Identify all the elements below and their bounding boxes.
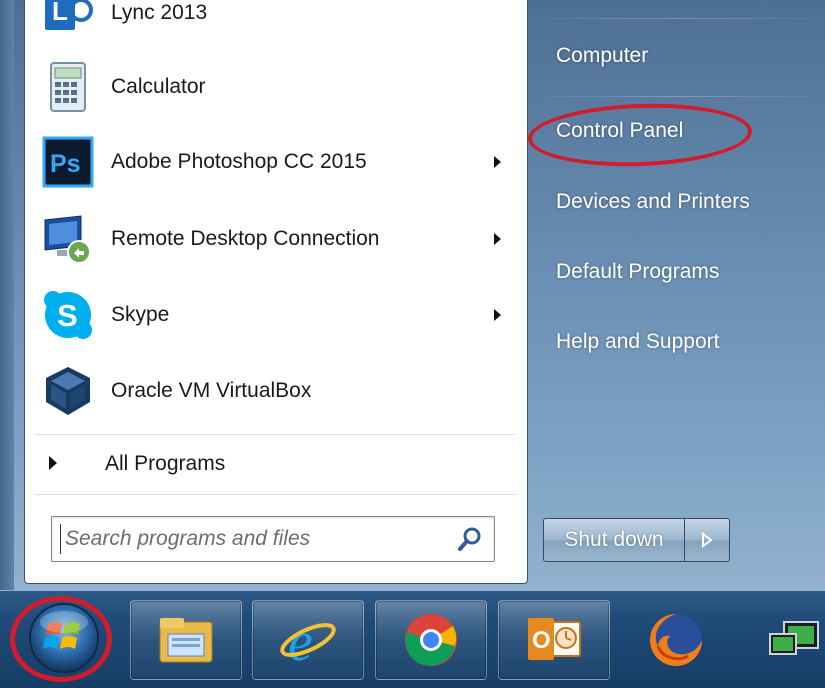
ps-icon-text: Ps (50, 150, 81, 178)
network-icon (769, 621, 819, 655)
shutdown-chevron-icon (702, 532, 713, 548)
shutdown-button[interactable]: Shut down (543, 518, 685, 562)
taskbar-outlook[interactable]: O (498, 600, 610, 680)
link-devices-and-printers[interactable]: Devices and Printers (556, 190, 750, 214)
taskbar-chrome[interactable] (375, 600, 487, 680)
taskbar-internet-explorer[interactable]: e (252, 600, 364, 680)
taskbar-file-explorer[interactable] (130, 600, 242, 680)
program-label: Skype (111, 303, 170, 326)
link-default-programs[interactable]: Default Programs (556, 260, 719, 284)
program-item-skype[interactable]: S Skype (31, 282, 521, 348)
control-panel-highlight-annotation (526, 100, 754, 170)
start-button-highlight-annotation (10, 596, 112, 682)
all-programs-label: All Programs (105, 452, 226, 475)
right-separator (545, 96, 810, 97)
svg-text:O: O (532, 627, 551, 654)
taskbar-firefox[interactable] (620, 600, 732, 680)
program-item-photoshop[interactable]: Ps Adobe Photoshop CC 2015 (31, 129, 521, 195)
program-label: Adobe Photoshop CC 2015 (111, 150, 367, 173)
skype-icon-text: S (57, 298, 78, 333)
firefox-icon (650, 614, 702, 666)
program-label: Oracle VM VirtualBox (111, 379, 312, 402)
lync-icon: L (41, 0, 95, 40)
svg-text:L: L (52, 0, 68, 26)
program-label: Calculator (111, 75, 206, 98)
program-label: Remote Desktop Connection (111, 227, 380, 250)
start-menu: L Lync 2013 Calculator Ps Adobe Photosho… (0, 0, 825, 600)
photoshop-icon: Ps (41, 135, 95, 189)
program-item-calculator[interactable]: Calculator (31, 54, 521, 120)
submenu-arrow-icon (494, 156, 501, 168)
program-item-lync[interactable]: L Lync 2013 (31, 0, 521, 46)
separator (35, 494, 515, 495)
link-help-and-support[interactable]: Help and Support (556, 330, 719, 354)
calculator-icon (41, 60, 95, 114)
separator (35, 434, 515, 435)
submenu-arrow-icon (494, 233, 501, 245)
chrome-icon (405, 614, 457, 666)
internet-explorer-icon: e (280, 612, 336, 668)
taskbar-network[interactable] (760, 600, 825, 680)
search-icon[interactable] (456, 525, 484, 553)
program-item-virtualbox[interactable]: Oracle VM VirtualBox (31, 358, 521, 424)
link-computer[interactable]: Computer (556, 44, 648, 68)
outlook-icon: O (528, 618, 581, 660)
file-explorer-icon (159, 618, 213, 663)
programs-pane: L Lync 2013 Calculator Ps Adobe Photosho… (24, 0, 528, 584)
remote-desktop-icon (41, 212, 95, 266)
submenu-arrow-icon (494, 309, 501, 321)
program-item-remote-desktop[interactable]: Remote Desktop Connection (31, 206, 521, 272)
shutdown-label: Shut down (564, 528, 664, 551)
search-input[interactable] (60, 524, 447, 554)
right-separator (545, 18, 810, 19)
shutdown-options-button[interactable] (684, 518, 730, 562)
virtualbox-icon (41, 364, 95, 418)
program-label: Lync 2013 (111, 1, 208, 24)
skype-icon: S (41, 288, 95, 342)
all-programs-button[interactable]: All Programs (43, 446, 513, 482)
all-programs-arrow-icon (49, 456, 57, 470)
search-box[interactable] (51, 516, 495, 562)
menu-left-edge (0, 0, 14, 600)
